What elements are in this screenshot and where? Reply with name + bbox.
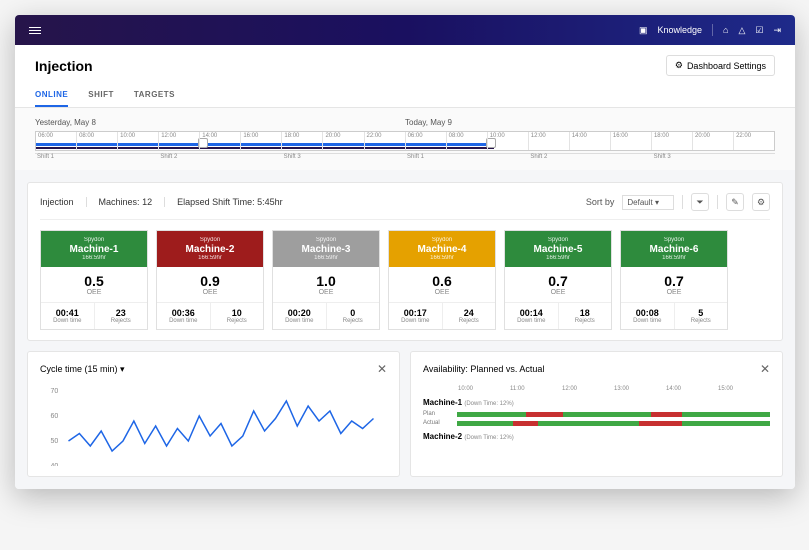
page-title: Injection (35, 58, 93, 74)
timeline: Yesterday, May 8 Today, May 9 06:0008:00… (15, 108, 795, 170)
timeline-tick: 06:00 (36, 132, 77, 150)
timeline-tick: 10:00 (118, 132, 159, 150)
machine-stats: 00:17Down time 24Rejects (389, 303, 495, 329)
availability-title: Availability: Planned vs. Actual (423, 364, 544, 374)
timeline-tick: 16:00 (611, 132, 652, 150)
edit-icon[interactable]: ✎ (726, 193, 744, 211)
close-icon[interactable]: ✕ (760, 362, 770, 376)
home-icon[interactable]: ⌂ (723, 25, 728, 35)
availability-row: Machine-1 (Down Time: 12%)PlanActual (423, 398, 770, 426)
dashboard-settings-button[interactable]: ⚙ Dashboard Settings (666, 55, 775, 76)
menu-icon[interactable] (29, 27, 41, 34)
timeline-tick: 06:00 (406, 132, 447, 150)
availability-panel: Availability: Planned vs. Actual ✕ 10:00… (410, 351, 783, 477)
timeline-track[interactable]: 06:0008:0010:0012:0014:0016:0018:0020:00… (35, 131, 775, 151)
machine-card[interactable]: SpydonMachine-4166:59hr 0.6OEE 00:17Down… (388, 230, 496, 330)
machine-oee: 0.9OEE (157, 267, 263, 303)
actual-bar (457, 421, 770, 426)
settings-icon[interactable]: ⚙ (752, 193, 770, 211)
machine-card[interactable]: SpydonMachine-1166:59hr 0.5OEE 00:41Down… (40, 230, 148, 330)
tabs: ONLINE SHIFT TARGETS (15, 84, 795, 108)
svg-text:70: 70 (51, 388, 59, 395)
timeline-shift: Shift 3 (652, 153, 775, 160)
machine-oee: 0.7OEE (621, 267, 727, 303)
machine-stats: 00:20Down time 0Rejects (273, 303, 379, 329)
gear-icon: ⚙ (675, 60, 683, 71)
tab-shift[interactable]: SHIFT (88, 84, 114, 107)
timeline-shift: Shift 2 (158, 153, 281, 160)
timeline-tick: 12:00 (529, 132, 570, 150)
timeline-tick: 20:00 (693, 132, 734, 150)
cycle-line-chart: 40 50 60 70 (40, 386, 387, 466)
machine-stats: 00:41Down time 23Rejects (41, 303, 147, 329)
timeline-tick: 12:00 (159, 132, 200, 150)
timeline-tick: 18:00 (282, 132, 323, 150)
timeline-tick: 22:00 (734, 132, 774, 150)
svg-text:50: 50 (51, 438, 59, 445)
plan-bar (457, 412, 770, 417)
knowledge-icon[interactable]: ▣ (639, 25, 648, 36)
machine-oee: 1.0OEE (273, 267, 379, 303)
machine-oee: 0.7OEE (505, 267, 611, 303)
filter-icon[interactable]: ⏷ (691, 193, 709, 211)
tab-online[interactable]: ONLINE (35, 84, 68, 107)
availability-row: Machine-2 (Down Time: 12%) (423, 432, 770, 441)
sortby-label: Sort by (586, 197, 615, 207)
timeline-tick: 08:00 (447, 132, 488, 150)
machine-header: SpydonMachine-2166:59hr (157, 231, 263, 267)
machine-stats: 00:14Down time 18Rejects (505, 303, 611, 329)
tab-targets[interactable]: TARGETS (134, 84, 175, 107)
timeline-day-1: Yesterday, May 8 (35, 118, 405, 127)
machine-stats: 00:08Down time 5Rejects (621, 303, 727, 329)
timeline-tick: 22:00 (365, 132, 406, 150)
page-header: Injection ⚙ Dashboard Settings (15, 45, 795, 76)
machine-card[interactable]: SpydonMachine-2166:59hr 0.9OEE 00:36Down… (156, 230, 264, 330)
machine-header: SpydonMachine-1166:59hr (41, 231, 147, 267)
machine-oee: 0.5OEE (41, 267, 147, 303)
close-icon[interactable]: ✕ (377, 362, 387, 376)
bell-icon[interactable]: △ (738, 25, 745, 36)
sortby-select[interactable]: Default ▾ (622, 195, 674, 210)
timeline-day-2: Today, May 9 (405, 118, 775, 127)
machine-oee: 0.6OEE (389, 267, 495, 303)
cycle-time-panel: Cycle time (15 min) ▾ ✕ 40 50 60 70 (27, 351, 400, 477)
timeline-tick: 14:00 (200, 132, 241, 150)
machine-card[interactable]: SpydonMachine-6166:59hr 0.7OEE 00:08Down… (620, 230, 728, 330)
machine-card[interactable]: SpydonMachine-3166:59hr 1.0OEE 00:20Down… (272, 230, 380, 330)
svg-text:60: 60 (51, 413, 59, 420)
topbar: ▣ Knowledge ⌂ △ ☑ ⇥ (15, 15, 795, 45)
timeline-tick: 10:00 (488, 132, 529, 150)
timeline-shift: Shift 3 (282, 153, 405, 160)
machine-header: SpydonMachine-6166:59hr (621, 231, 727, 267)
machines-panel: Injection Machines: 12 Elapsed Shift Tim… (27, 182, 783, 341)
machine-header: SpydonMachine-4166:59hr (389, 231, 495, 267)
exit-icon[interactable]: ⇥ (773, 25, 781, 36)
timeline-shift: Shift 1 (35, 153, 158, 160)
machine-header: SpydonMachine-5166:59hr (505, 231, 611, 267)
machine-header: SpydonMachine-3166:59hr (273, 231, 379, 267)
timeline-tick: 20:00 (323, 132, 364, 150)
machine-stats: 00:36Down time 10Rejects (157, 303, 263, 329)
timeline-tick: 14:00 (570, 132, 611, 150)
timeline-shift: Shift 2 (528, 153, 651, 160)
area-label: Injection (40, 197, 74, 207)
cycle-time-title[interactable]: Cycle time (15 min) ▾ (40, 364, 125, 375)
knowledge-link[interactable]: Knowledge (657, 25, 702, 35)
timeline-shift: Shift 1 (405, 153, 528, 160)
svg-text:40: 40 (51, 463, 59, 466)
timeline-tick: 18:00 (652, 132, 693, 150)
checklist-icon[interactable]: ☑ (755, 25, 763, 36)
machine-card[interactable]: SpydonMachine-5166:59hr 0.7OEE 00:14Down… (504, 230, 612, 330)
timeline-tick: 08:00 (77, 132, 118, 150)
timeline-tick: 16:00 (241, 132, 282, 150)
